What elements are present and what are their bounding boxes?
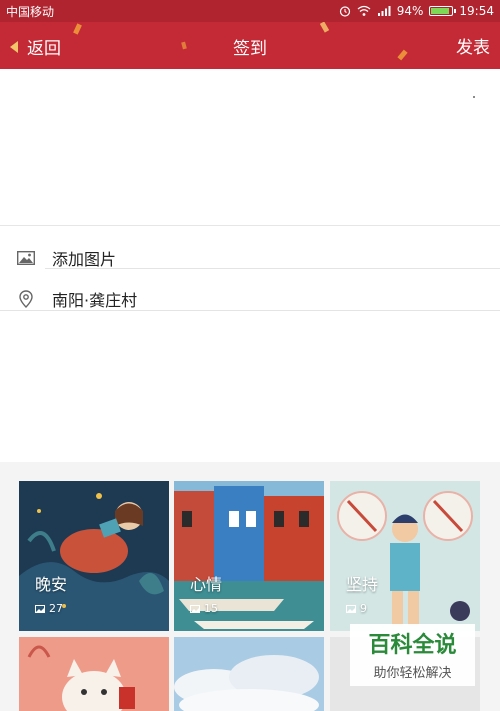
theme-card[interactable]: 心情 15	[174, 481, 324, 631]
page-title: 签到	[233, 39, 267, 59]
theme-count-value: 27	[49, 602, 63, 615]
theme-count-value: 9	[360, 602, 367, 615]
wifi-icon	[357, 5, 371, 16]
alarm-icon	[339, 6, 350, 17]
photo-icon	[35, 604, 45, 613]
location-row[interactable]: 南阳·龚庄村	[0, 278, 500, 320]
theme-name: 坚持	[346, 575, 379, 594]
confetti-decoration	[73, 23, 82, 35]
battery-percent: 94%	[396, 4, 424, 18]
location-pin-icon	[0, 290, 52, 308]
theme-name: 晚安	[35, 575, 68, 594]
battery-icon	[429, 6, 457, 16]
theme-count: 15	[190, 602, 218, 615]
photo-icon	[346, 604, 356, 613]
theme-card[interactable]: 坚持 9	[330, 481, 480, 631]
divider	[45, 268, 500, 269]
watermark-main: 百科全说	[368, 633, 457, 658]
theme-count: 9	[346, 602, 367, 615]
confetti-decoration	[319, 22, 330, 33]
post-text-area[interactable]	[0, 69, 500, 226]
publish-button[interactable]: 发表	[456, 33, 490, 58]
photo-icon	[190, 604, 200, 613]
watermark-sub: 助你轻松解决	[373, 666, 452, 681]
card-illustration	[19, 637, 169, 711]
clock-time: 19:54	[459, 4, 494, 18]
status-bar: 中国移动 94% 19:54	[0, 0, 500, 22]
add-image-label: 添加图片	[52, 250, 117, 269]
signal-icon	[377, 6, 391, 16]
theme-card[interactable]	[19, 637, 169, 711]
divider	[0, 310, 500, 311]
watermark-logo: 百科全说 助你轻松解决	[350, 624, 475, 686]
carrier-name: 中国移动	[6, 4, 55, 19]
location-label: 南阳·龚庄村	[52, 291, 138, 310]
add-image-row[interactable]: 添加图片	[0, 237, 500, 279]
theme-count: 27	[35, 602, 63, 615]
image-icon	[0, 251, 52, 265]
cursor-mark	[473, 96, 475, 98]
theme-name: 心情	[190, 575, 223, 594]
theme-card[interactable]: 晚安 27	[19, 481, 169, 631]
card-illustration	[174, 637, 324, 711]
status-icons: 94% 19:54	[339, 4, 494, 18]
theme-card[interactable]	[174, 637, 324, 711]
nav-bar: 返回 签到 发表	[0, 22, 500, 69]
theme-count-value: 15	[204, 602, 218, 615]
